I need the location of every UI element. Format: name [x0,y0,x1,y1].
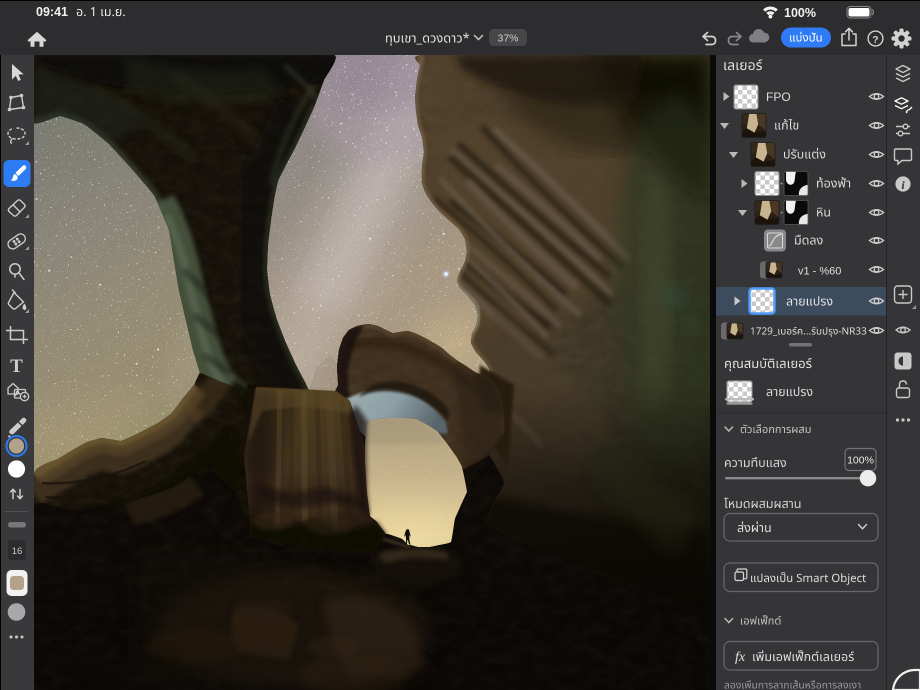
svg-text:16: 16 [12,546,23,557]
svg-text:FPO: FPO [766,90,791,104]
svg-text:?: ? [872,34,878,46]
svg-text:v1 - %60: v1 - %60 [798,266,841,278]
svg-text:fx: fx [735,650,746,665]
svg-text:T: T [10,356,23,377]
svg-text:100%: 100% [784,6,816,20]
svg-text:37%: 37% [497,33,518,45]
svg-text:09:41: 09:41 [36,5,68,19]
svg-text:100%: 100% [847,455,874,467]
